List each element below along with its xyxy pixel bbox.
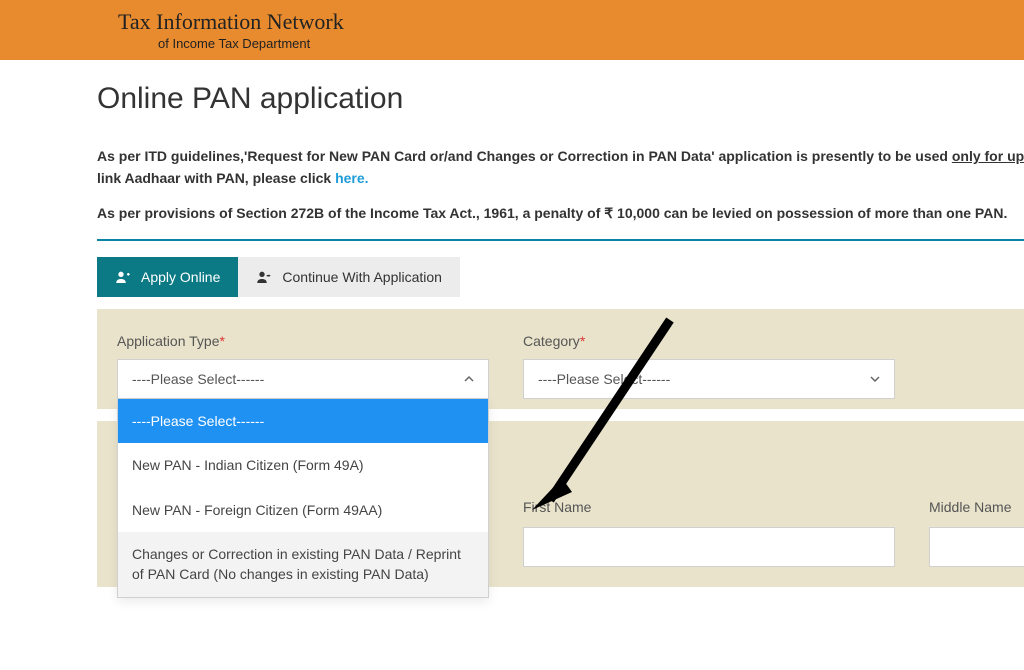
chevron-down-icon bbox=[870, 371, 880, 387]
first-name-label: First Name bbox=[523, 499, 895, 515]
page-content: Online PAN application As per ITD guidel… bbox=[0, 82, 1024, 587]
field-category: Category* ----Please Select------ bbox=[523, 333, 895, 399]
form-panel-top: Application Type* ----Please Select-----… bbox=[97, 309, 1024, 409]
notice-penalty: As per provisions of Section 272B of the… bbox=[97, 203, 1024, 225]
field-middle-name: Middle Name bbox=[929, 499, 1024, 567]
application-type-select[interactable]: ----Please Select------ bbox=[117, 359, 489, 399]
field-first-name: First Name bbox=[523, 499, 895, 567]
tab-apply-label: Apply Online bbox=[141, 269, 220, 285]
user-return-icon bbox=[256, 269, 272, 285]
dropdown-option-changes[interactable]: Changes or Correction in existing PAN Da… bbox=[118, 532, 488, 597]
notice1-text-b: link Aadhaar with PAN, please click bbox=[97, 170, 335, 186]
site-subtitle: of Income Tax Department bbox=[118, 36, 344, 51]
middle-name-input[interactable] bbox=[929, 527, 1024, 567]
category-label: Category* bbox=[523, 333, 895, 349]
field-application-type: Application Type* ----Please Select-----… bbox=[117, 333, 489, 399]
divider bbox=[97, 239, 1024, 241]
application-type-dropdown: ----Please Select------ New PAN - Indian… bbox=[117, 399, 489, 597]
tab-continue[interactable]: Continue With Application bbox=[238, 257, 460, 297]
category-select[interactable]: ----Please Select------ bbox=[523, 359, 895, 399]
application-type-label: Application Type* bbox=[117, 333, 489, 349]
notice1-underlined: only for update/co bbox=[952, 148, 1024, 164]
required-marker: * bbox=[580, 333, 585, 349]
notice-guidelines: As per ITD guidelines,'Request for New P… bbox=[97, 146, 1024, 189]
header-title-block: Tax Information Network of Income Tax De… bbox=[118, 10, 344, 51]
site-title: Tax Information Network bbox=[118, 9, 344, 34]
dropdown-option-indian[interactable]: New PAN - Indian Citizen (Form 49A) bbox=[118, 443, 488, 487]
required-marker: * bbox=[219, 333, 224, 349]
chevron-up-icon bbox=[464, 371, 474, 387]
page-title: Online PAN application bbox=[97, 82, 1024, 116]
notice1-text-a: As per ITD guidelines,'Request for New P… bbox=[97, 148, 952, 164]
tabs: Apply Online Continue With Application bbox=[97, 257, 1024, 297]
middle-name-label: Middle Name bbox=[929, 499, 1024, 515]
dropdown-option-foreign[interactable]: New PAN - Foreign Citizen (Form 49AA) bbox=[118, 488, 488, 532]
aadhaar-link[interactable]: here. bbox=[335, 170, 368, 186]
user-plus-icon bbox=[115, 269, 131, 285]
application-type-value: ----Please Select------ bbox=[132, 371, 264, 387]
tab-continue-label: Continue With Application bbox=[282, 269, 442, 285]
category-value: ----Please Select------ bbox=[538, 371, 670, 387]
tab-apply-online[interactable]: Apply Online bbox=[97, 257, 238, 297]
header: Tax Information Network of Income Tax De… bbox=[0, 0, 1024, 60]
dropdown-option-placeholder[interactable]: ----Please Select------ bbox=[118, 399, 488, 443]
first-name-input[interactable] bbox=[523, 527, 895, 567]
